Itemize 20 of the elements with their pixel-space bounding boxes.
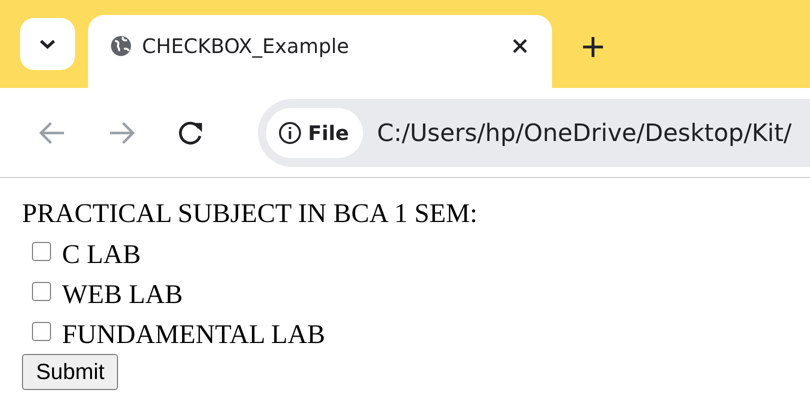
globe-icon <box>110 34 132 56</box>
url-text: C:/Users/hp/OneDrive/Desktop/Kit/ <box>376 118 792 146</box>
back-icon[interactable] <box>38 120 66 144</box>
tab-title: CHECKBOX_Example <box>142 34 350 58</box>
close-icon[interactable] <box>512 38 528 54</box>
info-icon <box>278 120 302 144</box>
checkbox-label: FUNDAMENTAL LAB <box>62 318 326 350</box>
site-info-chip[interactable]: File <box>266 108 363 158</box>
forward-icon[interactable] <box>108 120 136 144</box>
checkbox[interactable] <box>32 242 51 260</box>
checkbox[interactable] <box>32 322 51 340</box>
address-bar[interactable]: File C:/Users/hp/OneDrive/Desktop/Kit/ <box>258 98 810 166</box>
new-tab-icon[interactable] <box>582 36 604 58</box>
checkbox-label: C LAB <box>62 238 141 270</box>
form-heading: PRACTICAL SUBJECT IN BCA 1 SEM: <box>22 198 478 230</box>
reload-icon[interactable] <box>178 120 204 146</box>
browser-tab[interactable]: CHECKBOX_Example <box>88 15 552 88</box>
checkbox[interactable] <box>32 282 51 300</box>
checkbox-label: WEB LAB <box>62 278 183 310</box>
submit-button[interactable]: Submit <box>22 354 118 390</box>
